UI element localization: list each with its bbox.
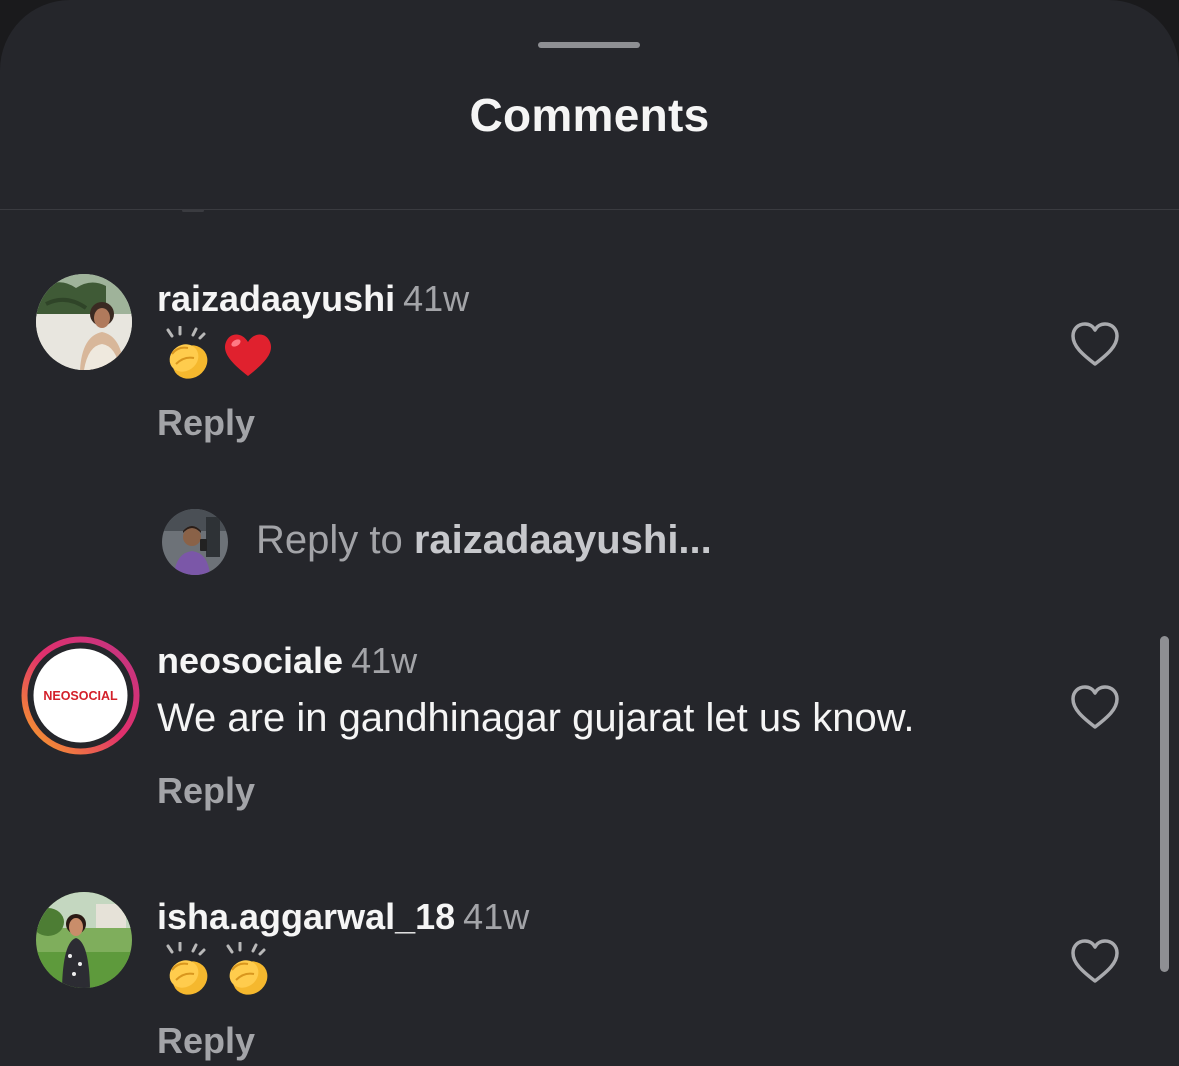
red-heart-emoji — [224, 334, 272, 376]
clapping-hands-emoji — [226, 942, 268, 995]
comments-sheet: Comments raizadaayushi 41w Reply Reply t… — [0, 0, 1179, 1066]
neosocial-logo-text: NEOSOCIAL — [43, 689, 118, 703]
reply-input-placeholder[interactable]: Reply to raizadaayushi... — [256, 518, 712, 563]
comment-timestamp: 41w — [463, 896, 530, 937]
comment-username[interactable]: isha.aggarwal_18 — [157, 896, 455, 937]
header-divider — [0, 209, 1179, 210]
avatar-story-ring: NEOSOCIAL — [21, 636, 140, 755]
reply-target-username: raizadaayushi... — [413, 518, 712, 562]
scrollbar[interactable] — [1160, 636, 1169, 972]
reply-button[interactable]: Reply — [157, 1020, 255, 1062]
comment-header: raizadaayushi 41w — [157, 278, 469, 320]
heart-outline-icon[interactable] — [1068, 937, 1122, 987]
comment-header: neosociale 41w — [157, 640, 417, 682]
avatar-photo-isha — [36, 892, 132, 988]
reply-prefix: Reply to — [256, 518, 414, 562]
comment-username[interactable]: neosociale — [157, 640, 343, 681]
comment-header: isha.aggarwal_18 41w — [157, 896, 529, 938]
reply-composer[interactable]: Reply to raizadaayushi... — [0, 500, 1179, 590]
current-user-avatar — [162, 509, 228, 575]
reply-button[interactable]: Reply — [157, 770, 255, 812]
avatar[interactable] — [36, 892, 132, 988]
header-divider-nub — [182, 209, 204, 212]
clapping-hands-emoji — [166, 942, 208, 995]
avatar-photo-current-user — [162, 509, 228, 575]
avatar[interactable]: NEOSOCIAL — [21, 636, 140, 755]
sheet-grabber[interactable] — [538, 42, 640, 48]
comment-username[interactable]: raizadaayushi — [157, 278, 395, 319]
comment-emojis — [160, 942, 276, 998]
comment-text: We are in gandhinagar gujarat let us kno… — [157, 696, 915, 740]
reply-button[interactable]: Reply — [157, 402, 255, 444]
sheet-title: Comments — [469, 89, 710, 141]
comment-emojis — [160, 326, 276, 382]
avatar[interactable] — [36, 274, 132, 370]
heart-outline-icon[interactable] — [1068, 683, 1122, 733]
clapping-hands-emoji — [166, 326, 208, 379]
heart-outline-icon[interactable] — [1068, 320, 1122, 370]
comment-timestamp: 41w — [351, 640, 418, 681]
avatar-photo-raizadaayushi — [36, 274, 132, 370]
comment-timestamp: 41w — [403, 278, 470, 319]
